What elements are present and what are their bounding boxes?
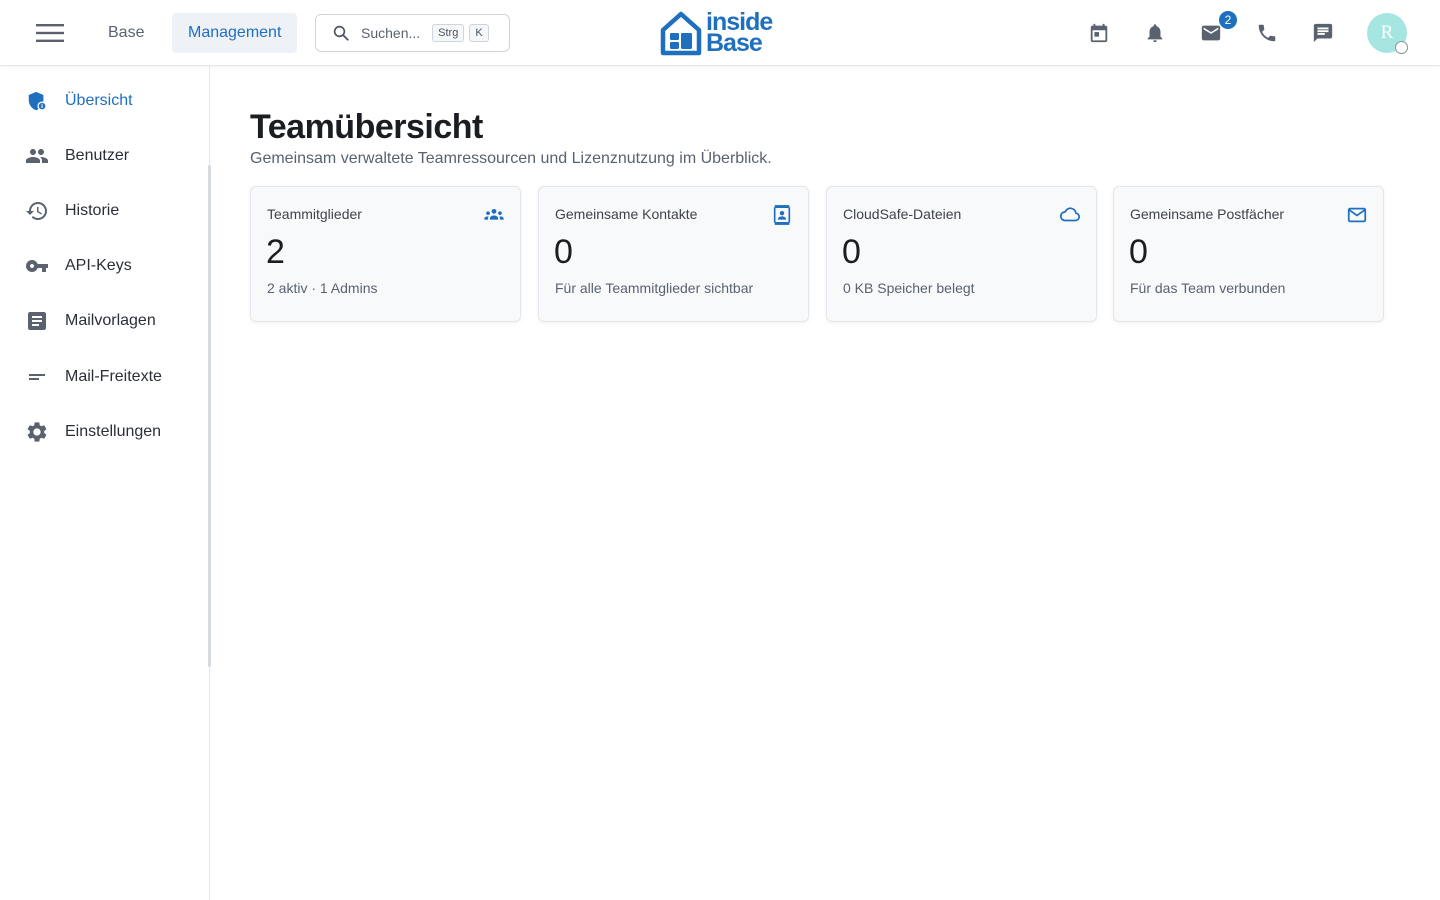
people-icon	[25, 144, 49, 168]
chat-button[interactable]	[1309, 19, 1337, 47]
short-text-icon	[25, 365, 49, 389]
bell-icon	[1147, 24, 1163, 43]
card-value: 0	[1129, 233, 1148, 271]
top-bar: Base Management Suchen... Strg K inside …	[0, 0, 1440, 66]
phone-icon	[1258, 24, 1276, 42]
card-value: 0	[554, 233, 573, 271]
groups-icon	[482, 203, 506, 227]
calendar-icon	[1090, 23, 1108, 43]
sidebar-item-label: Mailvorlagen	[65, 312, 156, 329]
card-value: 0	[842, 233, 861, 271]
stat-card-gemeinsame-postfaecher[interactable]: Gemeinsame Postfächer 0 Für das Team ver…	[1113, 186, 1384, 322]
sidebar-item-mail-freitexte[interactable]: Mail-Freitexte	[0, 355, 209, 399]
shield-icon	[25, 89, 49, 113]
sidebar-item-historie[interactable]: Historie	[0, 189, 209, 233]
stat-card-cloudsafe-dateien[interactable]: CloudSafe-Dateien 0 0 KB Speicher belegt	[826, 186, 1097, 322]
search-input[interactable]: Suchen... Strg K	[315, 14, 510, 52]
house-logo-icon	[660, 11, 702, 56]
shortcut-key-k: K	[469, 24, 489, 42]
phone-button[interactable]	[1253, 19, 1281, 47]
card-value: 2	[266, 233, 285, 271]
menu-icon	[36, 24, 64, 42]
card-subtext: Für alle Teammitglieder sichtbar	[555, 280, 754, 296]
sidebar-item-mailvorlagen[interactable]: Mailvorlagen	[0, 299, 209, 343]
mail-icon	[1345, 203, 1369, 227]
presence-status-indicator	[1395, 41, 1408, 54]
card-subtext: 2 aktiv · 1 Admins	[267, 280, 378, 296]
search-icon	[333, 25, 349, 41]
card-title: Gemeinsame Kontakte	[555, 206, 698, 222]
tab-base[interactable]: Base	[92, 13, 160, 53]
card-title: Teammitglieder	[267, 206, 362, 222]
cloud-icon	[1058, 203, 1082, 227]
sidebar-item-label: Übersicht	[65, 92, 133, 109]
stat-card-gemeinsame-kontakte[interactable]: Gemeinsame Kontakte 0 Für alle Teammitgl…	[538, 186, 809, 322]
sidebar-item-api-keys[interactable]: API-Keys	[0, 244, 209, 288]
card-subtext: 0 KB Speicher belegt	[843, 280, 975, 296]
search-placeholder: Suchen...	[361, 25, 421, 41]
calendar-button[interactable]	[1085, 19, 1113, 47]
mail-unread-badge: 2	[1218, 10, 1238, 30]
document-icon	[25, 309, 49, 333]
sidebar-item-label: Benutzer	[65, 147, 130, 164]
notifications-button[interactable]	[1141, 19, 1169, 47]
card-title: CloudSafe-Dateien	[843, 206, 962, 222]
tab-management[interactable]: Management	[172, 13, 298, 53]
key-icon	[25, 254, 49, 278]
hamburger-menu-button[interactable]	[32, 18, 68, 48]
chat-icon	[1313, 23, 1333, 43]
card-title: Gemeinsame Postfächer	[1130, 206, 1285, 222]
page-title: Teamübersicht	[250, 108, 483, 146]
history-icon	[25, 199, 49, 223]
contact-card-icon	[770, 203, 794, 227]
sidebar-item-uebersicht[interactable]: Übersicht	[0, 79, 209, 123]
page-subtitle: Gemeinsam verwaltete Teamressourcen und …	[250, 150, 772, 167]
gear-icon	[25, 420, 49, 444]
sidebar-item-benutzer[interactable]: Benutzer	[0, 134, 209, 178]
logo-line-2: Base	[706, 29, 763, 57]
sidebar-scrollbar[interactable]	[208, 165, 211, 667]
sidebar-item-label: Mail-Freitexte	[65, 368, 162, 385]
sidebar-item-label: API-Keys	[65, 257, 132, 274]
insidebase-logo[interactable]: inside Base	[660, 8, 784, 58]
stat-card-teammitglieder[interactable]: Teammitglieder 2 2 aktiv · 1 Admins	[250, 186, 521, 322]
card-subtext: Für das Team verbunden	[1130, 280, 1286, 296]
sidebar-item-label: Historie	[65, 202, 120, 219]
logo-wordmark: inside Base	[706, 10, 773, 57]
mail-button[interactable]: 2	[1197, 10, 1238, 47]
sidebar-item-label: Einstellungen	[65, 423, 162, 440]
sidebar-item-einstellungen[interactable]: Einstellungen	[0, 410, 209, 454]
sidebar: Übersicht Benutzer Historie API-Keys Mai…	[0, 66, 210, 900]
shortcut-key-strg: Strg	[432, 24, 465, 42]
